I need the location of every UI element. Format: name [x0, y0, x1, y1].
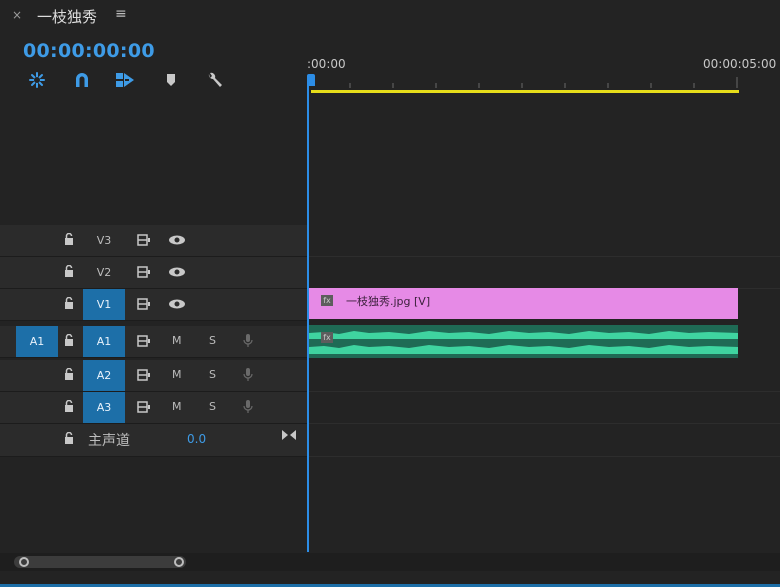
- video-clip-label: 一枝独秀.jpg [V]: [346, 295, 431, 308]
- zoom-handle-right[interactable]: [174, 557, 184, 567]
- zoom-scrollbar-thumb[interactable]: [14, 556, 186, 568]
- sync-lock-icon[interactable]: [137, 401, 151, 413]
- voice-over-mic-icon[interactable]: [243, 333, 253, 349]
- sync-lock-icon[interactable]: [137, 369, 151, 381]
- track-header-v1: V1: [0, 289, 307, 321]
- mute-track-button[interactable]: M: [172, 400, 182, 413]
- track-target-a2[interactable]: A2: [83, 360, 125, 391]
- timeline-track-a2[interactable]: [309, 360, 780, 392]
- track-lock-icon[interactable]: [64, 297, 74, 309]
- playhead-handle[interactable]: [307, 74, 315, 86]
- timeline-track-a3[interactable]: [309, 392, 780, 424]
- zoom-handle-left[interactable]: [19, 557, 29, 567]
- magnet-icon[interactable]: [72, 70, 92, 90]
- master-track-label: 主声道: [88, 433, 130, 449]
- source-patch-a1[interactable]: A1: [16, 326, 58, 357]
- snap-nest-icon[interactable]: [27, 70, 47, 90]
- track-lock-icon[interactable]: [64, 233, 74, 245]
- track-target-v3[interactable]: V3: [83, 225, 125, 256]
- track-lock-icon[interactable]: [64, 265, 74, 277]
- mute-track-button[interactable]: M: [172, 334, 182, 347]
- work-area-bar[interactable]: [311, 90, 739, 93]
- wrench-icon[interactable]: [203, 70, 223, 90]
- toggle-output-eye-icon[interactable]: [168, 267, 186, 277]
- track-target-v1[interactable]: V1: [83, 289, 125, 320]
- track-header-v3: V3: [0, 225, 307, 257]
- mute-track-button[interactable]: M: [172, 368, 182, 381]
- toggle-output-eye-icon[interactable]: [168, 299, 186, 309]
- sync-lock-icon[interactable]: [137, 335, 151, 347]
- master-volume-value[interactable]: 0.0: [187, 432, 206, 446]
- sync-lock-icon[interactable]: [137, 298, 151, 310]
- track-header-master: 主声道 0.0: [0, 424, 307, 457]
- track-lock-icon[interactable]: [64, 334, 74, 346]
- timeline-track-v3[interactable]: [309, 225, 780, 257]
- sync-lock-icon[interactable]: [137, 234, 151, 246]
- solo-track-button[interactable]: S: [209, 334, 216, 347]
- track-header-a3: A3 M S: [0, 392, 307, 424]
- voice-over-mic-icon[interactable]: [243, 367, 253, 383]
- linked-selection-icon[interactable]: [114, 70, 134, 90]
- tab-close-button[interactable]: ×: [12, 8, 22, 22]
- track-header-v2: V2: [0, 257, 307, 289]
- track-lock-icon[interactable]: [64, 368, 74, 380]
- track-header-a1: A1 A1 M S: [0, 326, 307, 358]
- sync-lock-icon[interactable]: [137, 266, 151, 278]
- add-marker-icon[interactable]: [163, 70, 183, 90]
- ruler-end-label: 00:00:05:00: [703, 57, 777, 71]
- track-target-v2[interactable]: V2: [83, 257, 125, 288]
- track-header-a2: A2 M S: [0, 360, 307, 392]
- panel-menu-icon[interactable]: ≡: [115, 6, 127, 22]
- playhead-timecode[interactable]: 00:00:00:00: [23, 40, 155, 62]
- track-lock-icon[interactable]: [64, 432, 74, 444]
- audio-clip[interactable]: [309, 325, 738, 358]
- ruler-start-label: :00:00: [307, 57, 346, 71]
- sequence-tab-title[interactable]: 一枝独秀: [37, 6, 97, 27]
- timeline-track-v2[interactable]: [309, 257, 780, 289]
- solo-track-button[interactable]: S: [209, 400, 216, 413]
- toggle-output-eye-icon[interactable]: [168, 235, 186, 245]
- track-target-a1[interactable]: A1: [83, 326, 125, 357]
- go-to-out-icon[interactable]: [281, 429, 297, 441]
- fx-badge: fx: [321, 332, 333, 343]
- track-lock-icon[interactable]: [64, 400, 74, 412]
- fx-badge: fx: [321, 295, 333, 306]
- audio-waveform: [309, 331, 738, 354]
- timeline-track-master[interactable]: [309, 424, 780, 457]
- voice-over-mic-icon[interactable]: [243, 399, 253, 415]
- track-target-a3[interactable]: A3: [83, 392, 125, 423]
- playhead-line[interactable]: [307, 80, 309, 552]
- track-headers-pane: [0, 93, 307, 553]
- solo-track-button[interactable]: S: [209, 368, 216, 381]
